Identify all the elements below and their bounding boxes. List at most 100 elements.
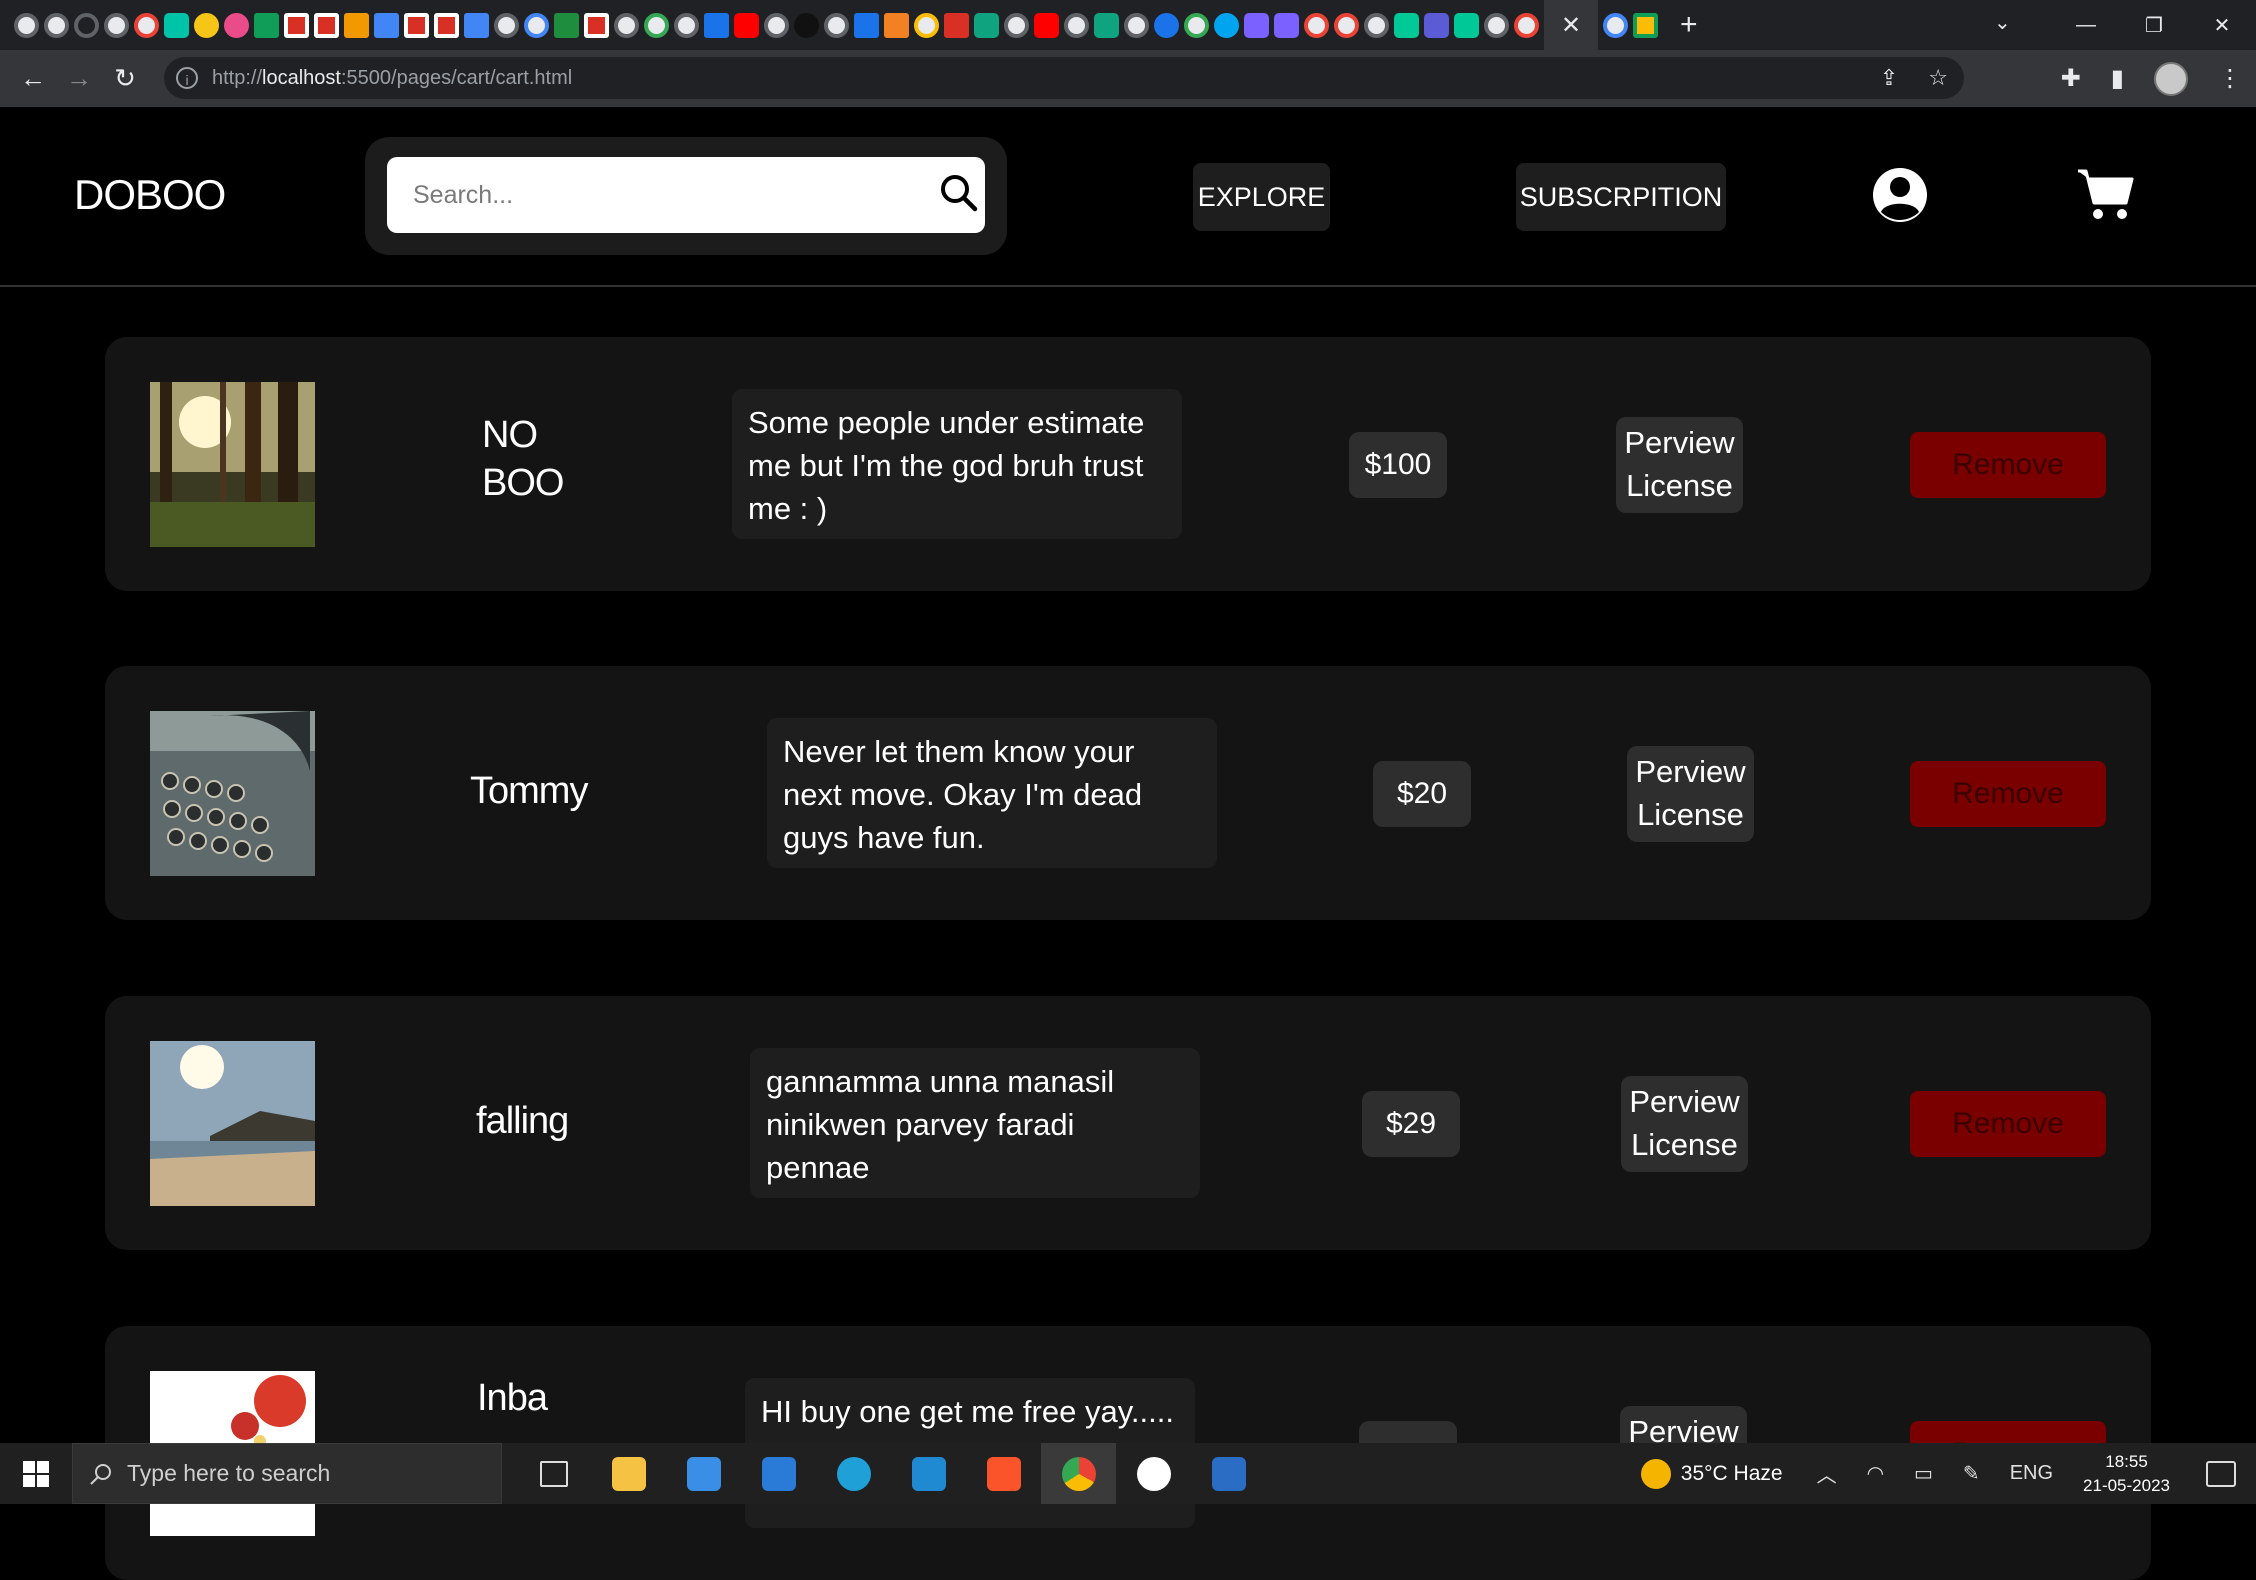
tab-search-icon[interactable]: ⌄ <box>1994 10 2011 35</box>
extensions-puzzle-icon[interactable]: ✚ <box>2061 64 2081 93</box>
language-indicator[interactable]: ENG <box>2010 1462 2053 1485</box>
new-tab-button[interactable]: + <box>1680 8 1698 42</box>
search-input[interactable] <box>387 157 985 233</box>
tab-favicon[interactable] <box>764 12 789 38</box>
remove-button[interactable]: Remove <box>1910 432 2106 498</box>
tab-favicon[interactable] <box>74 12 99 38</box>
tab-favicon[interactable] <box>704 12 729 38</box>
site-info-icon[interactable]: i <box>176 67 198 89</box>
pen-icon[interactable]: ✎ <box>1963 1461 1980 1486</box>
tab-favicon[interactable] <box>1274 12 1299 38</box>
slack-icon[interactable] <box>1116 1443 1191 1504</box>
tab-favicon[interactable] <box>524 12 549 38</box>
cart-icon[interactable] <box>2076 165 2134 225</box>
subscription-nav-button[interactable]: SUBSCRPITION <box>1516 163 1726 231</box>
tab-favicon[interactable] <box>1154 12 1179 38</box>
vscode-icon[interactable] <box>891 1443 966 1504</box>
restore-icon[interactable]: ❐ <box>2120 13 2188 38</box>
taskbar-search-box[interactable]: Type here to search <box>72 1443 502 1504</box>
microsoft-store-icon[interactable] <box>666 1443 741 1504</box>
remove-button[interactable]: Remove <box>1910 1091 2106 1157</box>
tab-favicon[interactable] <box>1214 12 1239 38</box>
close-window-icon[interactable]: ✕ <box>2188 13 2256 38</box>
tab-favicon[interactable] <box>1484 12 1509 38</box>
tab-favicon[interactable] <box>884 12 909 38</box>
tab-favicon[interactable] <box>1124 12 1149 38</box>
tab-favicon[interactable] <box>1244 12 1269 38</box>
wifi-icon[interactable]: ◠ <box>1867 1461 1884 1486</box>
tab-favicon[interactable] <box>434 12 459 38</box>
site-logo[interactable]: DOBOO <box>74 171 226 219</box>
item-thumbnail-beach[interactable] <box>150 1041 315 1206</box>
tab-favicon[interactable] <box>1004 12 1029 38</box>
brave-browser-icon[interactable] <box>966 1443 1041 1504</box>
tab-favicon[interactable] <box>344 12 369 38</box>
preview-license-button[interactable]: Perview License <box>1621 1076 1748 1172</box>
windows-start-icon[interactable] <box>0 1460 72 1487</box>
item-thumbnail-forest[interactable] <box>150 382 315 547</box>
forward-arrow-icon[interactable]: → <box>56 63 102 94</box>
item-thumbnail-typewriter[interactable] <box>150 711 315 876</box>
tab-favicon[interactable] <box>644 12 669 38</box>
tab-favicon[interactable] <box>1424 12 1449 38</box>
tab-favicon[interactable] <box>254 12 279 38</box>
chrome-browser-icon[interactable] <box>1041 1443 1116 1504</box>
tab-favicon[interactable] <box>284 12 309 38</box>
tab-favicon[interactable] <box>1454 12 1479 38</box>
file-explorer-icon[interactable] <box>591 1443 666 1504</box>
tab-favicon[interactable] <box>614 12 639 38</box>
tab-favicon[interactable] <box>1514 12 1539 38</box>
tab-favicon[interactable] <box>584 12 609 38</box>
tab-favicon[interactable] <box>14 12 39 38</box>
url-text[interactable]: http://localhost:5500/pages/cart/cart.ht… <box>212 67 572 90</box>
side-panel-icon[interactable]: ▮ <box>2111 64 2124 93</box>
tab-favicon[interactable] <box>674 12 699 38</box>
tab-favicon[interactable] <box>944 12 969 38</box>
tab-favicon[interactable] <box>134 12 159 38</box>
tab-favicon[interactable] <box>854 12 879 38</box>
tab-favicon[interactable] <box>104 12 129 38</box>
tab-favicon[interactable] <box>44 12 69 38</box>
search-icon[interactable] <box>939 173 979 213</box>
tab-favicon[interactable] <box>1304 12 1329 38</box>
tab-favicon[interactable] <box>1394 12 1419 38</box>
tab-favicon[interactable] <box>1034 12 1059 38</box>
tab-favicon[interactable] <box>1633 12 1658 38</box>
profile-avatar-icon[interactable] <box>2154 61 2188 96</box>
reload-icon[interactable]: ↻ <box>102 63 148 94</box>
explore-nav-button[interactable]: EXPLORE <box>1193 163 1330 231</box>
tab-favicon[interactable] <box>824 12 849 38</box>
user-account-icon[interactable] <box>1870 165 1930 225</box>
active-tab-close-button[interactable]: ✕ <box>1544 0 1598 50</box>
notification-center-icon[interactable] <box>2206 1460 2236 1487</box>
tab-favicon[interactable] <box>1364 12 1389 38</box>
remove-button[interactable]: Remove <box>1910 761 2106 827</box>
tab-favicon[interactable] <box>974 12 999 38</box>
tab-favicon[interactable] <box>314 12 339 38</box>
tab-favicon[interactable] <box>404 12 429 38</box>
tab-favicon[interactable] <box>794 12 819 38</box>
tab-favicon[interactable] <box>194 12 219 38</box>
tab-favicon[interactable] <box>1184 12 1209 38</box>
bookmark-star-icon[interactable]: ☆ <box>1928 65 1948 91</box>
tab-favicon[interactable] <box>464 12 489 38</box>
address-bar[interactable]: i http://localhost:5500/pages/cart/cart.… <box>164 57 1964 99</box>
edge-browser-icon[interactable] <box>816 1443 891 1504</box>
task-view-icon[interactable] <box>516 1443 591 1504</box>
tab-favicon[interactable] <box>554 12 579 38</box>
preview-license-button[interactable]: Perview License <box>1627 746 1754 842</box>
back-arrow-icon[interactable]: ← <box>10 63 56 94</box>
tab-favicon[interactable] <box>1334 12 1359 38</box>
tab-favicon[interactable] <box>1064 12 1089 38</box>
tray-chevron-up-icon[interactable]: ︿ <box>1817 1459 1837 1488</box>
battery-icon[interactable]: ▭ <box>1914 1461 1933 1486</box>
tab-favicon[interactable] <box>374 12 399 38</box>
tab-favicon[interactable] <box>734 12 759 38</box>
photos-icon[interactable] <box>1191 1443 1266 1504</box>
tab-favicon[interactable] <box>164 12 189 38</box>
minimize-icon[interactable]: — <box>2052 14 2120 37</box>
tab-favicon[interactable] <box>914 12 939 38</box>
preview-license-button[interactable]: Perview License <box>1616 417 1743 513</box>
share-icon[interactable]: ⇪ <box>1880 65 1898 91</box>
weather-widget[interactable]: 35°C Haze <box>1640 1458 1783 1489</box>
